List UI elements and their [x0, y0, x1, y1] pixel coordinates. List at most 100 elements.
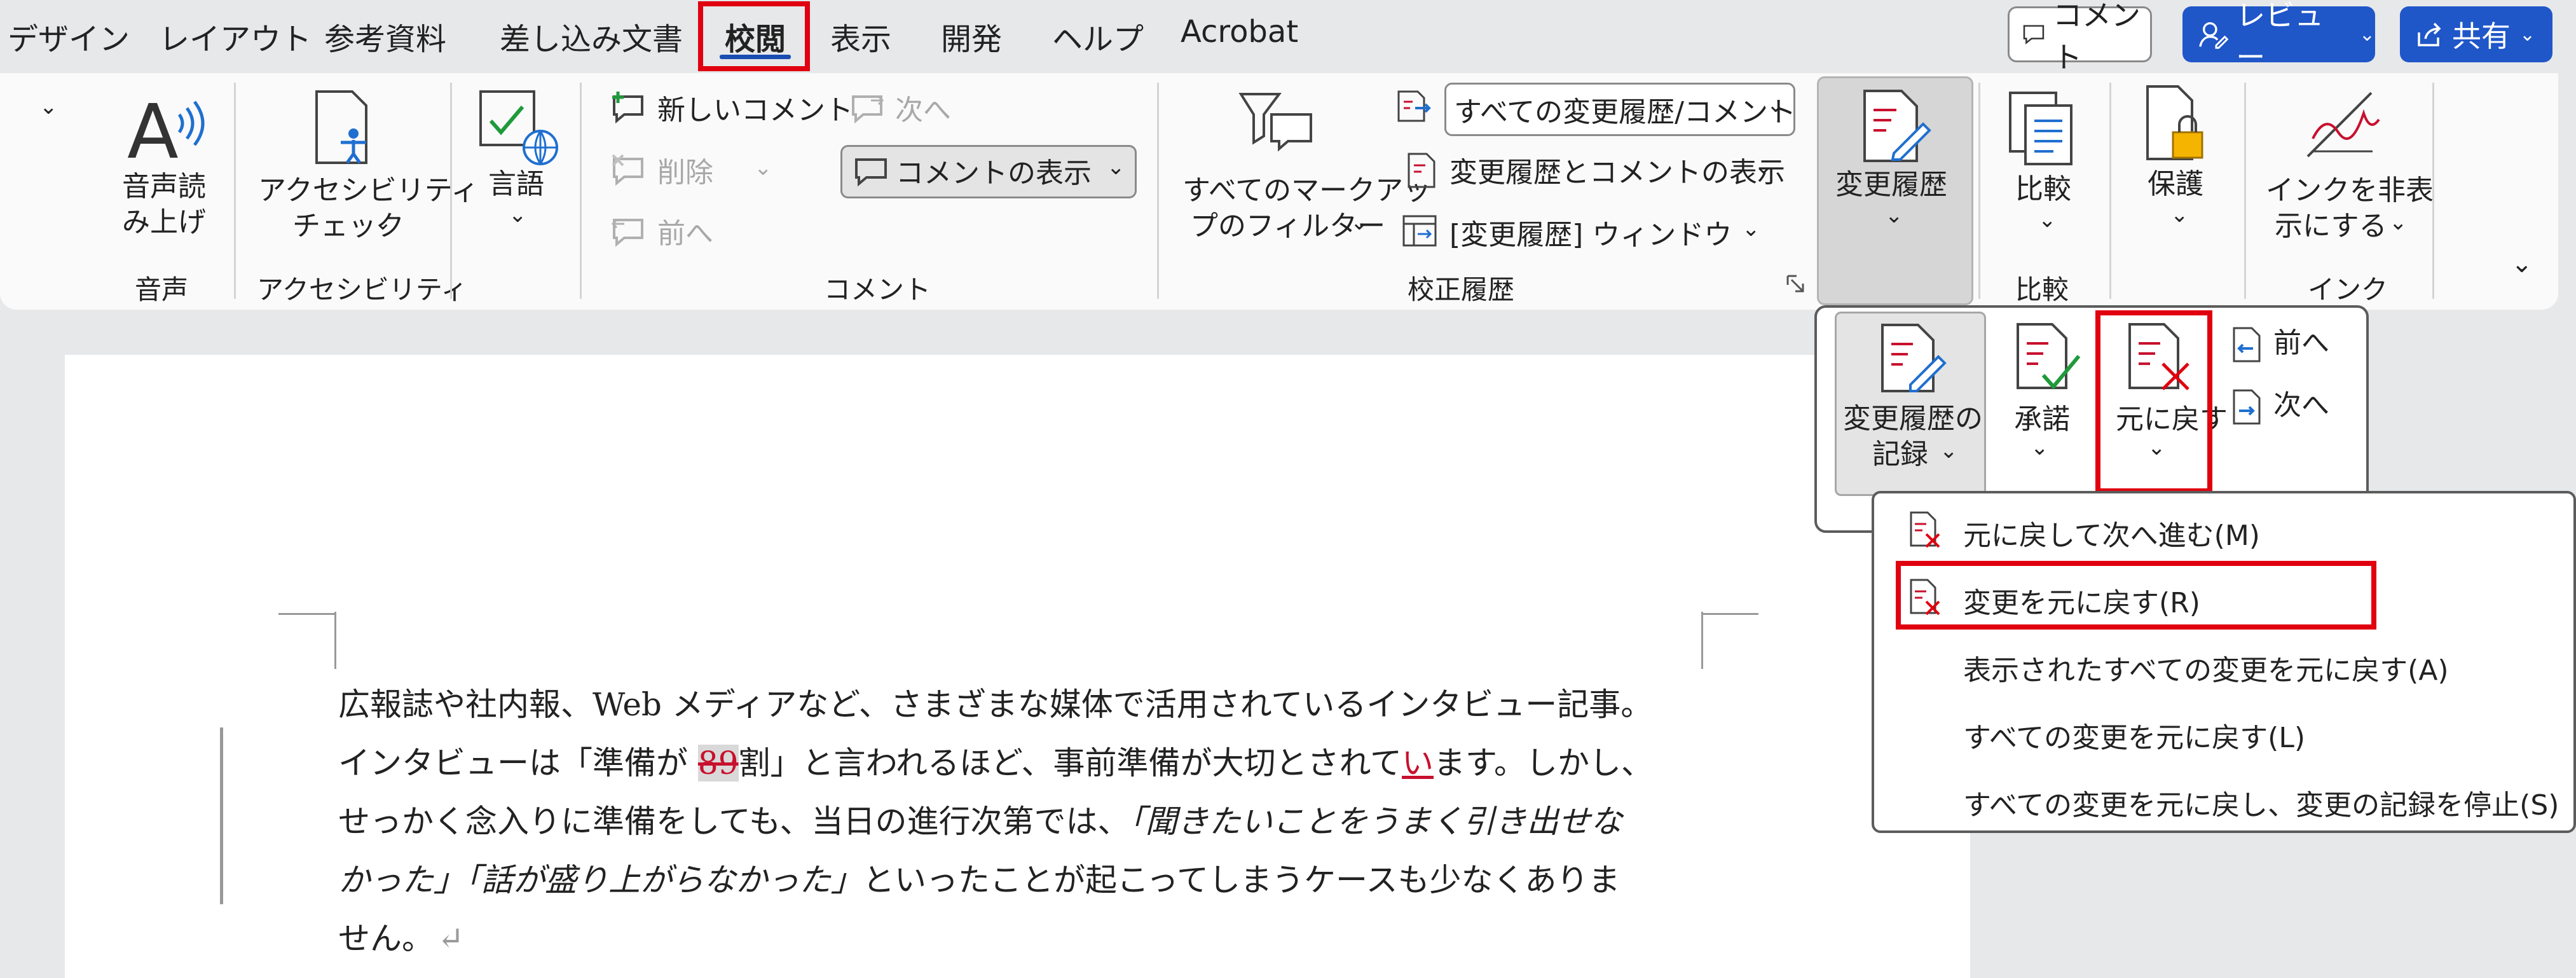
- chevron-down-icon: ⌄: [1767, 92, 1785, 118]
- chevron-down-icon: ⌄: [754, 155, 772, 181]
- chevron-down-icon: ⌄: [2519, 23, 2536, 46]
- group-divider: [580, 83, 582, 299]
- show-comments-button[interactable]: コメントの表示 ⌄: [840, 145, 1137, 198]
- chevron-down-icon: ⌄: [1755, 154, 1773, 179]
- dialog-launcher-icon[interactable]: [1785, 273, 1807, 295]
- next-change-icon: [2233, 389, 2261, 425]
- markup-filter-icon: [1238, 93, 1312, 152]
- previous-change-icon: [2233, 327, 2261, 362]
- review-mode-button[interactable]: レビュー ⌄: [2182, 0, 2375, 74]
- document-text: ます。しかし、: [1434, 745, 1654, 782]
- group-label-speech: 音声: [135, 274, 189, 305]
- tab-review-highlight: [698, 1, 810, 71]
- document-text-italic: かった」「話が盛り上がらなかった」: [338, 862, 863, 899]
- previous-comment-button[interactable]: 前へ: [657, 216, 713, 251]
- chevron-down-icon[interactable]: ⌄: [39, 94, 58, 120]
- chevron-down-icon: ⌄: [1885, 203, 1903, 228]
- group-divider: [2244, 83, 2246, 299]
- group-label-accessibility: アクセシビリティ: [257, 274, 468, 305]
- delete-comment-button[interactable]: 削除: [657, 155, 713, 190]
- menu-item-reject-and-move-next[interactable]: 元に戻して次へ進む(M): [1963, 513, 2260, 553]
- group-label-comments: コメント: [824, 274, 931, 305]
- comment-icon: [2023, 25, 2045, 45]
- document-paragraph-line: 広報誌や社内報、Web メディアなど、さまざまな媒体で活用されているインタビュー…: [338, 686, 1653, 723]
- next-change-button[interactable]: 次へ: [2273, 388, 2329, 423]
- group-label-ink: インク: [2308, 274, 2388, 305]
- chevron-down-icon: ⌄: [374, 210, 392, 235]
- document-paragraph-line: せん。 ↵: [338, 913, 464, 959]
- group-label-compare: 比較: [2015, 274, 2069, 305]
- chevron-down-icon: ⌄: [509, 202, 527, 228]
- tab-references[interactable]: 参考資料: [324, 14, 446, 59]
- record-changes-label-1: 変更履歴の: [1843, 403, 1983, 435]
- reject-menu: 元に戻して次へ進む(M) 変更を元に戻す(R) 表示されたすべての変更を元に戻す…: [1872, 491, 2576, 833]
- track-changes-label: 変更履歴: [1835, 169, 1947, 201]
- document-paragraph-line: インタビューは「準備が 89割」と言われるほど、事前準備が大切とされています。し…: [338, 738, 1653, 783]
- tab-help[interactable]: ヘルプ: [1052, 14, 1144, 59]
- chevron-down-icon: ⌄: [1742, 216, 1760, 242]
- deleted-revision[interactable]: 89: [697, 745, 739, 782]
- accessibility-check-icon: [315, 90, 367, 164]
- comment-icon: [855, 158, 887, 187]
- document-text: せん。: [338, 920, 434, 957]
- new-comment-icon: [612, 92, 643, 124]
- chevron-down-icon: ⌄: [2389, 210, 2408, 235]
- hide-ink-label-2[interactable]: 示にする: [2275, 209, 2387, 244]
- show-markup-button[interactable]: 変更履歴とコメントの表示: [1449, 155, 1785, 190]
- chevron-down-icon: ⌄: [2031, 435, 2049, 460]
- next-comment-icon: [852, 95, 884, 124]
- menu-item-reject-all[interactable]: すべての変更を元に戻す(L): [1963, 715, 2305, 755]
- delete-comment-icon: [612, 154, 643, 186]
- hide-ink-label-1[interactable]: インクを非表: [2266, 173, 2434, 208]
- chevron-down-icon: ⌄: [2038, 207, 2057, 233]
- collapse-ribbon-icon[interactable]: ⌄: [2511, 249, 2533, 279]
- chevron-down-icon: ⌄: [1107, 155, 1125, 180]
- new-comment-button[interactable]: 新しいコメント: [657, 93, 853, 128]
- next-comment-button[interactable]: 次へ: [895, 93, 951, 128]
- comments-button-label: コメント: [2052, 0, 2141, 74]
- share-button[interactable]: 共有 ⌄: [2400, 6, 2552, 62]
- document-text: せっかく念入りに準備をしても、当日の進行次第では、: [338, 803, 1130, 840]
- accessibility-check-label-1[interactable]: アクセシビリティ: [258, 173, 479, 208]
- track-changes-button[interactable]: 変更履歴 ⌄: [1817, 76, 1973, 305]
- chevron-down-icon: ⌄: [1940, 438, 1958, 464]
- share-button-label: 共有: [2452, 19, 2511, 53]
- group-divider: [234, 83, 236, 299]
- inserted-revision[interactable]: い: [1402, 745, 1434, 782]
- comments-button[interactable]: コメント: [2008, 0, 2152, 74]
- margin-corner-mark: [334, 612, 336, 669]
- protect-label[interactable]: 保護: [2148, 167, 2203, 202]
- share-icon: [2418, 22, 2441, 46]
- show-markup-icon: [1408, 153, 1435, 188]
- accept-label[interactable]: 承諾: [2014, 402, 2070, 437]
- tab-acrobat[interactable]: Acrobat: [1181, 14, 1298, 50]
- read-aloud-label-1[interactable]: 音声読: [122, 169, 206, 204]
- document-paragraph-line: せっかく念入りに準備をしても、当日の進行次第では、「聞きたいことをうまく引き出せ…: [338, 796, 1622, 842]
- tab-mailings[interactable]: 差し込み文書: [500, 14, 683, 59]
- menu-item-reject-all-shown[interactable]: 表示されたすべての変更を元に戻す(A): [1963, 647, 2449, 688]
- chevron-down-icon: ⌄: [2170, 202, 2189, 228]
- svg-text:A: A: [127, 89, 179, 165]
- group-divider: [450, 83, 452, 299]
- compare-label[interactable]: 比較: [2015, 172, 2071, 207]
- reject-change-highlight: [1896, 561, 2376, 630]
- display-for-review-select[interactable]: すべての変更履歴/コメント ⌄: [1444, 83, 1796, 136]
- track-changes-icon: [1881, 324, 1947, 392]
- read-aloud-icon: A: [127, 89, 205, 165]
- previous-comment-icon: [611, 219, 643, 247]
- tab-design[interactable]: デザイン: [8, 14, 130, 59]
- tab-developer[interactable]: 開発: [941, 14, 1002, 59]
- group-divider: [2109, 83, 2111, 299]
- tab-layout[interactable]: レイアウト: [159, 14, 312, 59]
- language-label[interactable]: 言語: [488, 167, 544, 202]
- document-text: といったことが起こってしまうケースも少なくありま: [863, 862, 1620, 899]
- menu-item-reject-all-and-stop-tracking[interactable]: すべての変更を元に戻し、変更の記録を停止(S): [1963, 782, 2559, 823]
- reviewing-pane-button[interactable]: [変更履歴] ウィンドウ: [1449, 217, 1732, 252]
- protect-icon: [2146, 85, 2203, 160]
- hide-ink-icon: [2306, 92, 2380, 158]
- record-changes-button[interactable]: 変更履歴の 記録 ⌄: [1835, 312, 1986, 496]
- markup-filter-label-1[interactable]: すべてのマークアッ: [1182, 173, 1431, 208]
- read-aloud-label-2[interactable]: み上げ: [122, 205, 206, 240]
- tab-view[interactable]: 表示: [830, 14, 891, 59]
- previous-change-button[interactable]: 前へ: [2273, 326, 2329, 361]
